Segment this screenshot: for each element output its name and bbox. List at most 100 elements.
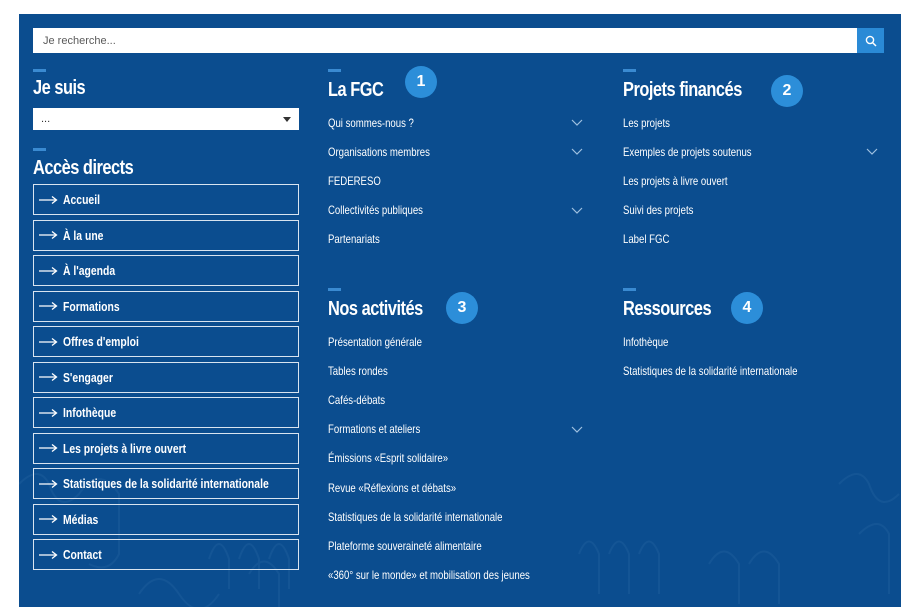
chevron-down-icon[interactable]	[571, 426, 583, 433]
menu-item-tables-rondes[interactable]: Tables rondes	[328, 356, 583, 385]
menu-item-qui-sommes-nous[interactable]: Qui sommes-nous ?	[328, 108, 583, 137]
menu-item-partenariats[interactable]: Partenariats	[328, 225, 583, 254]
step-badge-2: 2	[771, 75, 803, 107]
nos-activites-title: Nos activités	[328, 298, 423, 320]
menu-item-plateforme-souverainete-alimentaire[interactable]: Plateforme souveraineté alimentaire	[328, 531, 583, 560]
arrow-right-icon	[39, 266, 58, 275]
quick-link-accueil[interactable]: Accueil	[33, 184, 299, 215]
arrow-right-icon	[39, 479, 58, 488]
search-input[interactable]	[33, 28, 857, 53]
step-badge-1: 1	[405, 66, 437, 98]
menu-item-label: Statistiques de la solidarité internatio…	[623, 363, 798, 378]
menu-item-les-projets[interactable]: Les projets	[623, 108, 878, 137]
quick-link-label: Contact	[63, 547, 102, 562]
step-badge-3: 3	[446, 292, 478, 324]
menu-item-label: Tables rondes	[328, 363, 388, 378]
je-suis-select[interactable]: ...	[33, 108, 299, 130]
ressources-title: Ressources	[623, 298, 712, 320]
menu-item-label: Partenariats	[328, 232, 380, 247]
menu-item-label: Présentation générale	[328, 334, 422, 349]
menu-item-label: Suivi des projets	[623, 203, 694, 218]
quick-link-contact[interactable]: Contact	[33, 539, 299, 570]
quick-link-label: À la une	[63, 227, 104, 243]
chevron-down-icon[interactable]	[571, 207, 583, 214]
quick-link-formations[interactable]: Formations	[33, 290, 299, 322]
menu-item-label: Organisations membres	[328, 144, 430, 159]
menu-item-label: Exemples de projets soutenus	[623, 144, 752, 159]
menu-item-360-sur-le-monde-et-mobilisation-des-jeunes[interactable]: «360° sur le monde» et mobilisation des …	[328, 561, 583, 590]
acces-directs-title: Accès directs	[33, 157, 134, 179]
menu-item-label: Les projets	[623, 115, 670, 130]
menu-item-label: FEDERESO	[328, 173, 381, 188]
menu-item-federeso[interactable]: FEDERESO	[328, 166, 583, 195]
quick-link-label: Les projets à livre ouvert	[63, 440, 187, 456]
menu-item-label: «360° sur le monde» et mobilisation des …	[328, 568, 530, 583]
projets-finances-title: Projets financés	[623, 79, 742, 101]
chevron-down-icon[interactable]	[571, 148, 583, 156]
quick-link-statistiques-de-la-solidarite-internationale[interactable]: Statistiques de la solidarité internatio…	[33, 468, 299, 499]
arrow-right-icon	[39, 443, 58, 453]
quick-link-label: Médias	[63, 511, 99, 527]
quick-link-medias[interactable]: Médias	[33, 503, 299, 535]
projets-finances-menu: Les projets Exemples de projets soutenus L…	[623, 108, 878, 254]
menu-item-label: Revue «Réflexions et débats»	[328, 480, 457, 495]
quick-link-label: Accueil	[63, 192, 100, 207]
menu-item-collectivites-publiques[interactable]: Collectivités publiques	[328, 196, 583, 225]
arrow-right-icon	[39, 301, 58, 311]
quick-link-label: S'engager	[63, 369, 113, 385]
menu-item-label: Collectivités publiques	[328, 203, 423, 218]
menu-item-label: Statistiques de la solidarité internatio…	[328, 509, 503, 524]
menu-item-formations-et-ateliers[interactable]: Formations et ateliers	[328, 415, 583, 444]
menu-item-label: Infothèque	[623, 334, 669, 349]
quick-link-label: À l'agenda	[63, 263, 116, 278]
arrow-right-icon	[39, 514, 58, 524]
menu-item-presentation-generale[interactable]: Présentation générale	[328, 327, 583, 356]
menu-item-les-projets-a-livre-ouvert[interactable]: Les projets à livre ouvert	[623, 166, 878, 195]
search-bar	[33, 28, 884, 53]
mega-menu-panel: Je suis ... Accès directs Accueil À la un…	[19, 14, 901, 607]
menu-item-label: Formations et ateliers	[328, 422, 421, 437]
quick-link-a-l-agenda[interactable]: À l'agenda	[33, 255, 299, 286]
nos-activites-menu: Présentation générale Tables rondes Cafés-…	[328, 327, 583, 590]
section-dash	[623, 69, 636, 72]
quick-link-label: Infothèque	[63, 405, 117, 420]
je-suis-title: Je suis	[33, 77, 86, 99]
menu-item-revue-reflexions-et-debats[interactable]: Revue «Réflexions et débats»	[328, 473, 583, 502]
la-fgc-menu: Qui sommes-nous ? Organisations membres FE…	[328, 108, 583, 254]
la-fgc-title: La FGC	[328, 79, 384, 101]
quick-link-label: Statistiques de la solidarité internatio…	[63, 476, 269, 491]
search-button[interactable]	[857, 28, 884, 53]
section-dash	[328, 69, 341, 72]
menu-item-label: Plateforme souveraineté alimentaire	[328, 538, 482, 553]
quick-link-infotheque[interactable]: Infothèque	[33, 397, 299, 428]
menu-item-organisations-membres[interactable]: Organisations membres	[328, 137, 583, 166]
arrow-right-icon	[39, 230, 58, 240]
quick-link-offres-d-emploi[interactable]: Offres d'emploi	[33, 326, 299, 357]
menu-item-statistiques-de-la-solidarite-internationale[interactable]: Statistiques de la solidarité internatio…	[328, 502, 583, 531]
menu-item-label: Qui sommes-nous ?	[328, 115, 414, 130]
menu-item-label: Label FGC	[623, 232, 670, 247]
quick-link-a-la-une[interactable]: À la une	[33, 219, 299, 251]
arrow-right-icon	[39, 337, 58, 346]
menu-item-suivi-des-projets[interactable]: Suivi des projets	[623, 196, 878, 225]
menu-item-statistiques-de-la-solidarite-internationale[interactable]: Statistiques de la solidarité internatio…	[623, 356, 878, 385]
section-dash	[33, 69, 46, 72]
dropdown-caret-icon	[283, 116, 291, 122]
section-dash	[623, 288, 636, 291]
quick-link-les-projets-a-livre-ouvert[interactable]: Les projets à livre ouvert	[33, 432, 299, 464]
menu-item-cafes-debats[interactable]: Cafés-débats	[328, 385, 583, 414]
quick-link-s-engager[interactable]: S'engager	[33, 361, 299, 393]
menu-item-label: Émissions «Esprit solidaire»	[328, 451, 449, 466]
menu-item-exemples-de-projets-soutenus[interactable]: Exemples de projets soutenus	[623, 137, 878, 166]
section-dash	[328, 288, 341, 291]
menu-item-emissions-esprit-solidaire[interactable]: Émissions «Esprit solidaire»	[328, 444, 583, 473]
menu-item-infotheque[interactable]: Infothèque	[623, 327, 878, 356]
quick-link-label: Offres d'emploi	[63, 334, 139, 349]
arrow-right-icon	[39, 408, 58, 417]
step-badge-4: 4	[731, 292, 763, 324]
menu-item-label-fgc[interactable]: Label FGC	[623, 225, 878, 254]
chevron-down-icon[interactable]	[866, 148, 878, 156]
search-icon	[865, 35, 877, 47]
chevron-down-icon[interactable]	[571, 119, 583, 126]
arrow-right-icon	[39, 550, 58, 559]
